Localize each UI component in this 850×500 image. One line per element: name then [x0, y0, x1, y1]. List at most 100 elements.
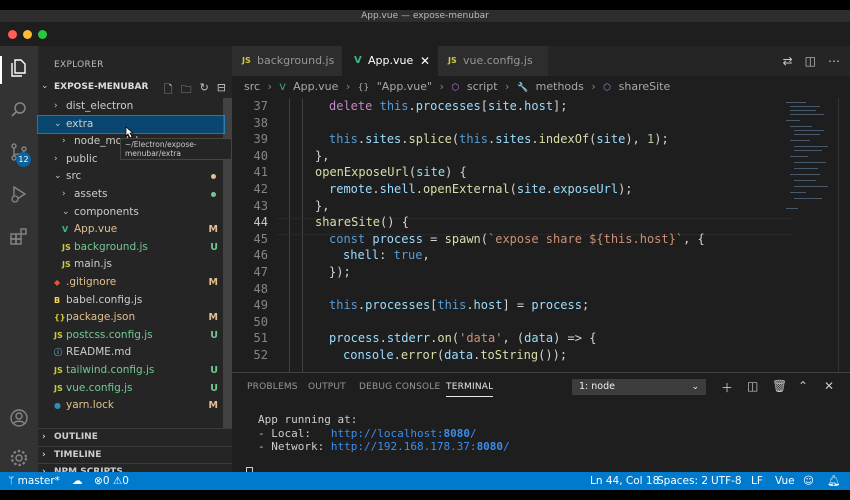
tree-item-label: assets: [74, 188, 108, 200]
tree-item[interactable]: JS postcss.config.js U: [38, 327, 224, 344]
compare-changes-icon[interactable]: ⇄: [783, 54, 793, 68]
code-text: });: [329, 265, 351, 279]
tree-item[interactable]: {} package.json M: [38, 309, 224, 326]
vue-file-icon: V: [354, 55, 362, 66]
tree-item-label: dist_electron: [66, 100, 134, 112]
files-icon[interactable]: [9, 58, 29, 78]
tree-item-label: babel.config.js: [66, 293, 143, 306]
encoding[interactable]: UTF-8: [711, 472, 742, 490]
network-url-link[interactable]: http://192.168.178.37:: [331, 440, 477, 453]
settings-gear-icon[interactable]: [9, 448, 29, 468]
new-terminal-icon[interactable]: ＋: [721, 379, 733, 396]
project-header[interactable]: ⌄ EXPOSE-MENUBAR 🗋 🗀 ↻ ⊟: [38, 79, 232, 97]
js-file-icon: JS: [62, 242, 71, 252]
breadcrumb-method[interactable]: shareSite: [619, 80, 671, 93]
info-file-icon: ⓘ: [54, 348, 62, 358]
close-tab-icon[interactable]: ✕: [420, 46, 430, 76]
tree-item-label: postcss.config.js: [66, 328, 153, 341]
line-number: 43: [253, 198, 268, 213]
vscode-window: App.vue — expose-menubar 12 EXPLORER ⌄ E…: [0, 10, 850, 490]
tree-item[interactable]: ◆ .gitignore M: [38, 274, 224, 291]
search-icon[interactable]: [9, 100, 29, 120]
tree-item[interactable]: JS main.js: [38, 256, 224, 273]
tree-item-label: App.vue: [74, 223, 118, 236]
tree-item[interactable]: › dist_electron: [38, 98, 224, 115]
tab-output[interactable]: OUTPUT: [308, 382, 346, 392]
cursor-position[interactable]: Ln 44, Col 18: [590, 472, 659, 490]
terminal-output[interactable]: App running at: - Local: http://localhos…: [258, 413, 510, 454]
timeline-section[interactable]: › TIMELINE: [38, 446, 232, 464]
trash-icon[interactable]: 🗑: [772, 379, 787, 393]
close-window-button[interactable]: [8, 30, 17, 39]
tab-vue-config-js[interactable]: JS vue.config.js: [438, 46, 548, 76]
chevron-down-icon: ⌄: [691, 382, 699, 392]
line-number: 46: [253, 248, 268, 263]
tree-item[interactable]: Bbabel.config.js: [38, 292, 224, 309]
sync-icon[interactable]: ☁: [72, 472, 83, 490]
line-number: 40: [253, 148, 268, 163]
split-editor-icon[interactable]: ◫: [805, 54, 816, 68]
code-line: 50: [232, 314, 792, 331]
tree-item[interactable]: › assets: [38, 186, 224, 203]
tab-debug-console[interactable]: DEBUG CONSOLE: [359, 382, 440, 392]
breadcrumb-module[interactable]: "App.vue": [377, 80, 432, 93]
tree-item[interactable]: ⌄ components: [38, 204, 224, 221]
tree-item-label: src: [66, 170, 82, 183]
breadcrumb-methods[interactable]: methods: [536, 80, 584, 93]
git-status-badge: M: [208, 400, 218, 412]
active-indicator: [0, 56, 2, 84]
breadcrumb-file[interactable]: App.vue: [293, 80, 338, 93]
notifications-bell-icon[interactable]: 🔔︎: [827, 472, 840, 490]
branch-status[interactable]: ᛘ master*: [8, 472, 60, 490]
problems-status[interactable]: ⊗0 ⚠0: [94, 472, 129, 490]
tree-item[interactable]: ● yarn.lock M: [38, 397, 224, 414]
editor-scrollbar[interactable]: [838, 98, 850, 372]
code-editor[interactable]: 37 delete this.processes[site.host]; 38 39 t…: [232, 98, 850, 372]
tree-item[interactable]: JS vue.config.js U: [38, 380, 224, 397]
breadcrumb-src[interactable]: src: [244, 80, 260, 93]
code-line: 46 shell: true,: [232, 247, 792, 264]
language-mode[interactable]: Vue: [775, 472, 795, 490]
code-line: 48: [232, 281, 792, 298]
js-file-icon: JS: [54, 383, 63, 393]
local-url-link[interactable]: http://localhost:: [331, 427, 444, 440]
terminal-select[interactable]: 1: node ⌄: [572, 379, 706, 395]
run-debug-icon[interactable]: [9, 184, 29, 204]
zoom-window-button[interactable]: [38, 30, 47, 39]
breadcrumb-script[interactable]: script: [467, 80, 498, 93]
line-ending[interactable]: LF: [751, 472, 763, 490]
line-number: 44: [253, 215, 268, 230]
chevron-down-icon: ⌄: [54, 118, 62, 129]
outline-section[interactable]: › OUTLINE: [38, 428, 232, 446]
code-text: remote.shell.openExternal(site.exposeUrl…: [329, 182, 633, 196]
line-number: 50: [253, 314, 268, 329]
feedback-icon[interactable]: ☺: [803, 472, 814, 490]
minimize-window-button[interactable]: [23, 30, 32, 39]
tab-background-js[interactable]: JS background.js: [232, 46, 342, 76]
line-number: 39: [253, 132, 268, 147]
tab-app-vue[interactable]: V App.vue ✕: [342, 46, 438, 76]
braces-icon: {}: [357, 83, 370, 93]
code-line: 40},: [232, 148, 792, 165]
tree-item[interactable]: JS background.js U: [38, 239, 224, 256]
bottom-panel: PROBLEMS OUTPUT DEBUG CONSOLE TERMINAL 1…: [232, 372, 850, 480]
minimap[interactable]: [782, 98, 834, 218]
more-actions-icon[interactable]: ⋯: [828, 54, 840, 68]
split-terminal-icon[interactable]: ◫: [747, 379, 758, 393]
tree-item[interactable]: JS tailwind.config.js U: [38, 362, 224, 379]
vue-file-icon: V: [62, 225, 69, 235]
indentation[interactable]: Spaces: 2: [657, 472, 708, 490]
chevron-down-icon: ⌄: [54, 171, 62, 182]
maximize-panel-icon[interactable]: ⌃: [798, 379, 808, 393]
close-panel-icon[interactable]: ✕: [824, 379, 834, 393]
tree-item[interactable]: ⓘ README.md: [38, 344, 224, 361]
tree-item-label: yarn.lock: [66, 399, 114, 412]
tree-item[interactable]: ⌄ src: [38, 168, 224, 185]
tab-problems[interactable]: PROBLEMS: [247, 382, 298, 392]
tree-item[interactable]: V App.vue M: [38, 221, 224, 238]
window-title: App.vue — expose-menubar: [361, 11, 489, 21]
tree-item-label: vue.config.js: [66, 381, 133, 394]
tab-terminal[interactable]: TERMINAL: [446, 382, 494, 397]
account-icon[interactable]: [9, 408, 29, 428]
extensions-icon[interactable]: [9, 226, 29, 246]
